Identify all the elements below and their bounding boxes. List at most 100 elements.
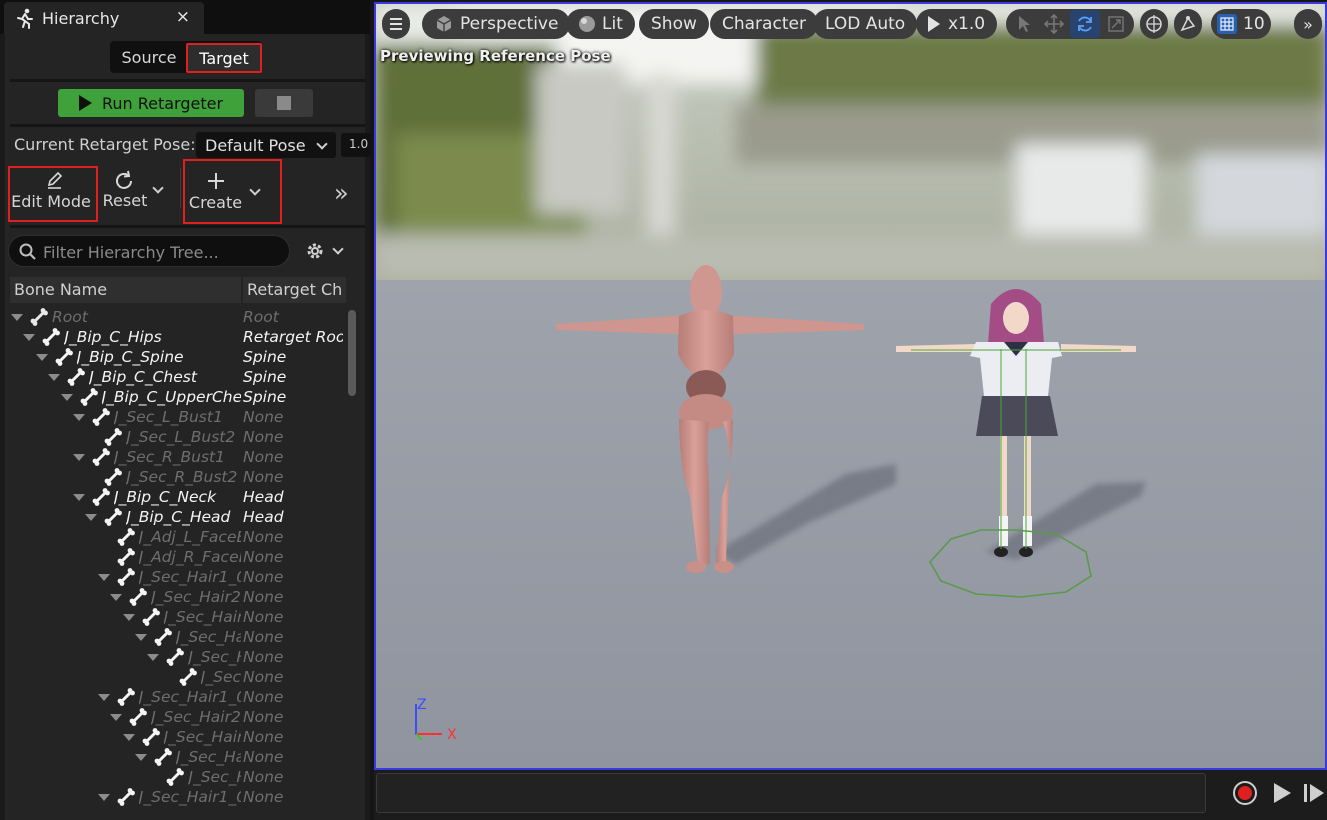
- stop-button[interactable]: [255, 89, 313, 117]
- timeline-scrubber[interactable]: [376, 773, 1206, 813]
- viewport-menu-button[interactable]: [382, 9, 410, 39]
- expand-arrow-icon[interactable]: [73, 494, 85, 501]
- tree-row[interactable]: J_Adj_L_FaceEyeNone: [5, 527, 345, 547]
- chevron-down-icon: [316, 138, 328, 150]
- tree-row[interactable]: J_Sec_Hair4_01None: [5, 627, 345, 647]
- viewport-status-caption: Previewing Reference Pose: [380, 47, 611, 65]
- expand-arrow-icon[interactable]: [11, 314, 23, 321]
- pose-blend-input[interactable]: 1.0: [341, 133, 371, 157]
- reset-button[interactable]: Reset: [100, 168, 174, 220]
- expand-arrow-icon[interactable]: [60, 394, 73, 401]
- tree-row[interactable]: J_Sec_L_Bust1 None: [5, 407, 345, 427]
- tree-row[interactable]: J_Sec_Hair1_03None: [5, 787, 345, 807]
- expand-arrow-icon[interactable]: [135, 634, 147, 641]
- tree-scrollbar[interactable]: [348, 310, 356, 396]
- scale-icon[interactable]: [1106, 14, 1126, 34]
- tree-row[interactable]: J_Sec_Hair1_02None: [5, 687, 345, 707]
- expand-arrow-icon[interactable]: [122, 734, 135, 741]
- column-retarget-chain[interactable]: Retarget Ch: [243, 277, 346, 303]
- step-forward-icon[interactable]: [1302, 780, 1326, 806]
- tree-row[interactable]: J_Bip_C_Head Head: [5, 507, 345, 527]
- tree-settings-button[interactable]: [304, 240, 348, 262]
- close-icon[interactable]: ×: [176, 7, 190, 27]
- perspective-button[interactable]: Perspective: [422, 9, 571, 39]
- expand-arrow-icon[interactable]: [35, 354, 48, 361]
- viewport-more-button[interactable]: »: [1294, 9, 1322, 39]
- expand-arrow-icon[interactable]: [97, 574, 110, 581]
- expand-arrow-icon[interactable]: [110, 714, 123, 721]
- expand-arrow-icon[interactable]: [97, 794, 110, 801]
- target-button[interactable]: Target: [186, 43, 262, 73]
- filter-hierarchy-search[interactable]: [8, 235, 290, 267]
- surface-snapping-button[interactable]: [1174, 9, 1202, 39]
- tree-row[interactable]: J_Bip_C_Hips Retarget Roo: [5, 327, 345, 347]
- tree-row[interactable]: J_Sec_Hair2_01None: [5, 587, 345, 607]
- source-button[interactable]: Source: [116, 44, 182, 70]
- rotate-icon: [1078, 16, 1092, 32]
- expand-arrow-icon[interactable]: [97, 694, 110, 701]
- lit-label: Lit: [602, 14, 623, 34]
- expand-arrow-icon[interactable]: [85, 514, 98, 521]
- tree-row[interactable]: J_Bip_C_Neck Head: [5, 487, 345, 507]
- column-bone-name[interactable]: Bone Name: [10, 277, 241, 303]
- create-button[interactable]: Create: [183, 159, 282, 224]
- bone-name: J_Sec_L_Bust2: [126, 428, 236, 446]
- bone-name: J_Sec_Hair5_01: [188, 648, 241, 666]
- divider: [10, 79, 365, 82]
- expand-arrow-icon[interactable]: [48, 374, 61, 381]
- tab-hierarchy[interactable]: Hierarchy ×: [4, 2, 204, 34]
- expand-arrow-icon[interactable]: [147, 654, 160, 661]
- tree-row[interactable]: J_Bip_C_Chest Spine: [5, 367, 345, 387]
- bone-name: J_Bip_C_Head: [126, 508, 231, 526]
- tree-row[interactable]: J_Sec_Hair6_01None: [5, 667, 345, 687]
- lit-button[interactable]: Lit: [566, 9, 635, 39]
- bone-icon: [129, 708, 148, 726]
- tree-row[interactable]: J_Bip_C_Spine Spine: [5, 347, 345, 367]
- filter-hierarchy-input[interactable]: [43, 242, 283, 262]
- tree-row[interactable]: J_Sec_R_Bust1 None: [5, 447, 345, 467]
- tree-row[interactable]: J_Sec_Hair5_01None: [5, 647, 345, 667]
- preview-viewport[interactable]: Z X Perspective Lit Show Character LOD A…: [374, 2, 1327, 770]
- tree-row[interactable]: J_Sec_Hair2_02None: [5, 707, 345, 727]
- run-retargeter-button[interactable]: Run Retargeter: [58, 89, 244, 117]
- tree-row[interactable]: J_Sec_Hair1_01None: [5, 567, 345, 587]
- character-button[interactable]: Character: [710, 9, 818, 39]
- tree-row[interactable]: J_Sec_R_Bust2 None: [5, 467, 345, 487]
- record-icon[interactable]: [1232, 780, 1258, 806]
- retarget-chain-name: Head: [243, 508, 284, 526]
- show-button[interactable]: Show: [639, 9, 709, 39]
- expand-arrow-icon[interactable]: [110, 594, 123, 601]
- expand-arrow-icon[interactable]: [135, 754, 147, 761]
- hamburger-menu-icon: [390, 18, 402, 30]
- playback-speed-button[interactable]: x1.0: [916, 9, 998, 39]
- world-local-toggle[interactable]: [1140, 9, 1168, 39]
- grid-icon: [1217, 14, 1237, 34]
- expand-arrow-icon[interactable]: [73, 414, 85, 421]
- expand-arrow-icon[interactable]: [73, 454, 85, 461]
- bone-icon: [117, 568, 135, 586]
- panel-title: Hierarchy: [42, 8, 120, 28]
- tab-bar: Hierarchy ×: [0, 0, 370, 34]
- retarget-chain-name: Root: [243, 308, 279, 326]
- edit-mode-button[interactable]: Edit Mode: [8, 166, 98, 222]
- tree-row[interactable]: J_Sec_Hair4_02None: [5, 747, 345, 767]
- bone-name: J_Sec_Hair6_01: [200, 668, 241, 686]
- chevron-double-right-icon[interactable]: »: [334, 179, 349, 207]
- select-cursor-icon[interactable]: [1014, 14, 1034, 34]
- tree-row[interactable]: J_Sec_Hair3_01None: [5, 607, 345, 627]
- tree-row[interactable]: J_Sec_Hair5_02None: [5, 767, 345, 787]
- tree-row[interactable]: J_Sec_Hair3_02None: [5, 727, 345, 747]
- tree-row[interactable]: Root Root: [5, 307, 345, 327]
- expand-arrow-icon[interactable]: [23, 334, 36, 341]
- tree-row[interactable]: J_Bip_C_UpperChest Spine: [5, 387, 345, 407]
- lod-button[interactable]: LOD Auto: [813, 9, 918, 39]
- play-icon: [78, 95, 92, 111]
- play-icon[interactable]: [1269, 780, 1295, 806]
- expand-arrow-icon[interactable]: [122, 614, 135, 621]
- tree-row[interactable]: J_Adj_R_FaceEyeNone: [5, 547, 345, 567]
- retarget-pose-dropdown[interactable]: Default Pose: [196, 132, 336, 158]
- tree-row[interactable]: J_Sec_L_Bust2 None: [5, 427, 345, 447]
- create-label: Create: [188, 193, 243, 212]
- grid-snap-button[interactable]: 10: [1211, 9, 1271, 39]
- move-icon[interactable]: [1044, 14, 1064, 34]
